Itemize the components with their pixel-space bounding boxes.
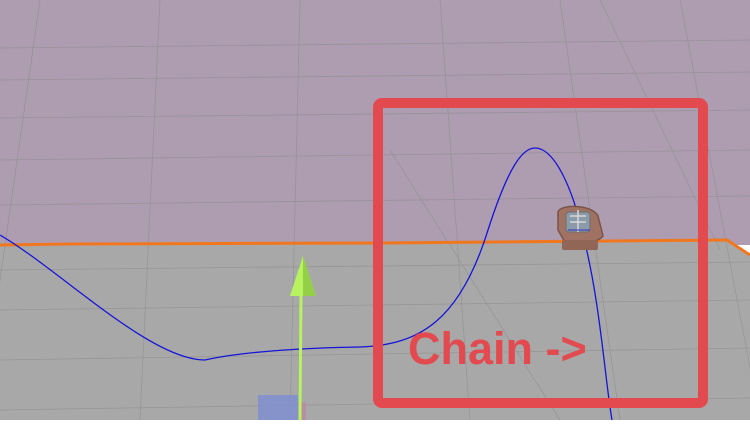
annotation-label: Chain -> — [408, 323, 587, 374]
scene-viewport[interactable]: Chain -> — [0, 0, 750, 421]
scene-canvas[interactable] — [0, 0, 750, 421]
cart-icon[interactable] — [557, 205, 604, 250]
gizmo-handle-square[interactable] — [258, 395, 298, 420]
